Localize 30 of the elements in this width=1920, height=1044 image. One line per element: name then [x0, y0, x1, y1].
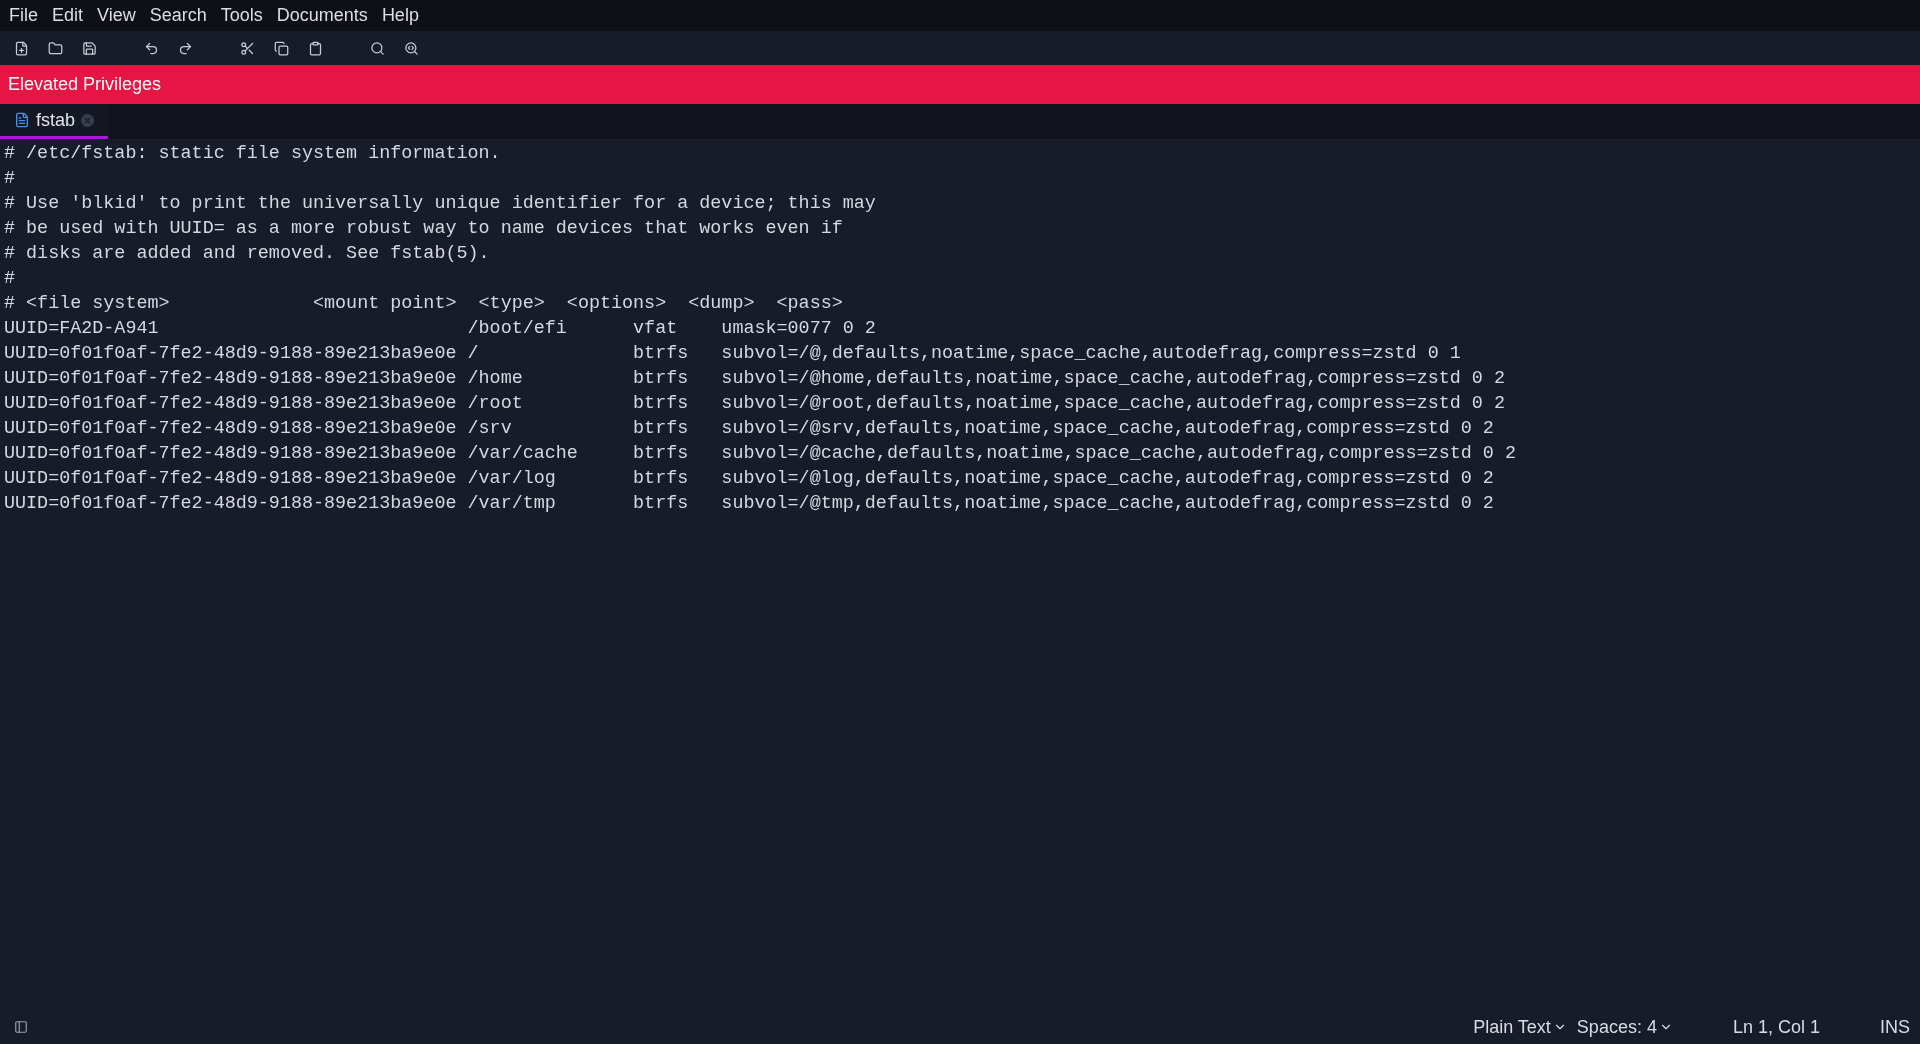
- language-dropdown[interactable]: Plain Text: [1473, 1013, 1567, 1041]
- code-line: # <file system> <mount point> <type> <options> <dump> <pass>: [4, 292, 843, 316]
- file-icon: [14, 112, 30, 128]
- file-tab[interactable]: fstab: [0, 104, 109, 139]
- code-line: UUID=0f01f0af-7fe2-48d9-9188-89e213ba9e0e / btrfs subvol=/@,defaults,noatime,space_cache,autodefrag,compress=zstd 0 1: [4, 342, 1461, 366]
- menu-item[interactable]: View: [90, 2, 143, 29]
- banner-text: Elevated Privileges: [8, 73, 162, 96]
- code-line: UUID=0f01f0af-7fe2-48d9-9188-89e213ba9e0e /var/tmp btrfs subvol=/@tmp,defaults,noatime,space_cache,autodefrag,compress=zstd 0 2: [4, 492, 1494, 516]
- tab-label: fstab: [36, 108, 76, 132]
- cursor-position: Ln 1, Col 1: [1732, 1015, 1820, 1039]
- menu-item[interactable]: Help: [374, 2, 426, 29]
- code-line: UUID=0f01f0af-7fe2-48d9-9188-89e213ba9e0e /root btrfs subvol=/@root,defaults,noatime,space_cache,autodefrag,compress=zstd 0 2: [4, 392, 1505, 416]
- code-line: UUID=FA2D-A941 /boot/efi vfat umask=0077 0 2: [4, 317, 876, 341]
- menu-item[interactable]: Edit: [45, 2, 91, 29]
- code-line: UUID=0f01f0af-7fe2-48d9-9188-89e213ba9e0e /var/cache btrfs subvol=/@cache,defaults,noatime,space_cache,autodefrag,compress=zstd 0 2: [4, 442, 1516, 466]
- menu-item[interactable]: Documents: [269, 2, 375, 29]
- code-line: UUID=0f01f0af-7fe2-48d9-9188-89e213ba9e0e /srv btrfs subvol=/@srv,defaults,noatime,space_cache,autodefrag,compress=zstd 0 2: [4, 417, 1494, 441]
- insert-mode: INS: [1880, 1015, 1910, 1039]
- code-line: UUID=0f01f0af-7fe2-48d9-9188-89e213ba9e0e /var/log btrfs subvol=/@log,defaults,noatime,space_cache,autodefrag,compress=zstd 0 2: [4, 467, 1494, 491]
- menu-item[interactable]: Tools: [213, 2, 270, 29]
- menu-item[interactable]: File: [2, 2, 45, 29]
- indent-dropdown[interactable]: Spaces: 4: [1576, 1013, 1673, 1041]
- code-line: # be used with UUID= as a more robust way to name devices that works even if: [4, 217, 843, 241]
- code-line: #: [4, 167, 16, 191]
- code-line: # disks are added and removed. See fstab(5).: [4, 242, 490, 266]
- code-line: UUID=0f01f0af-7fe2-48d9-9188-89e213ba9e0e /home btrfs subvol=/@home,defaults,noatime,space_cache,autodefrag,compress=zstd 0 2: [4, 367, 1505, 391]
- code-line: # Use 'blkid' to print the universally unique identifier for a device; this may: [4, 192, 876, 216]
- code-line: # /etc/fstab: static file system information.: [4, 142, 501, 166]
- menu-item[interactable]: Search: [142, 2, 214, 29]
- code-line: #: [4, 267, 16, 291]
